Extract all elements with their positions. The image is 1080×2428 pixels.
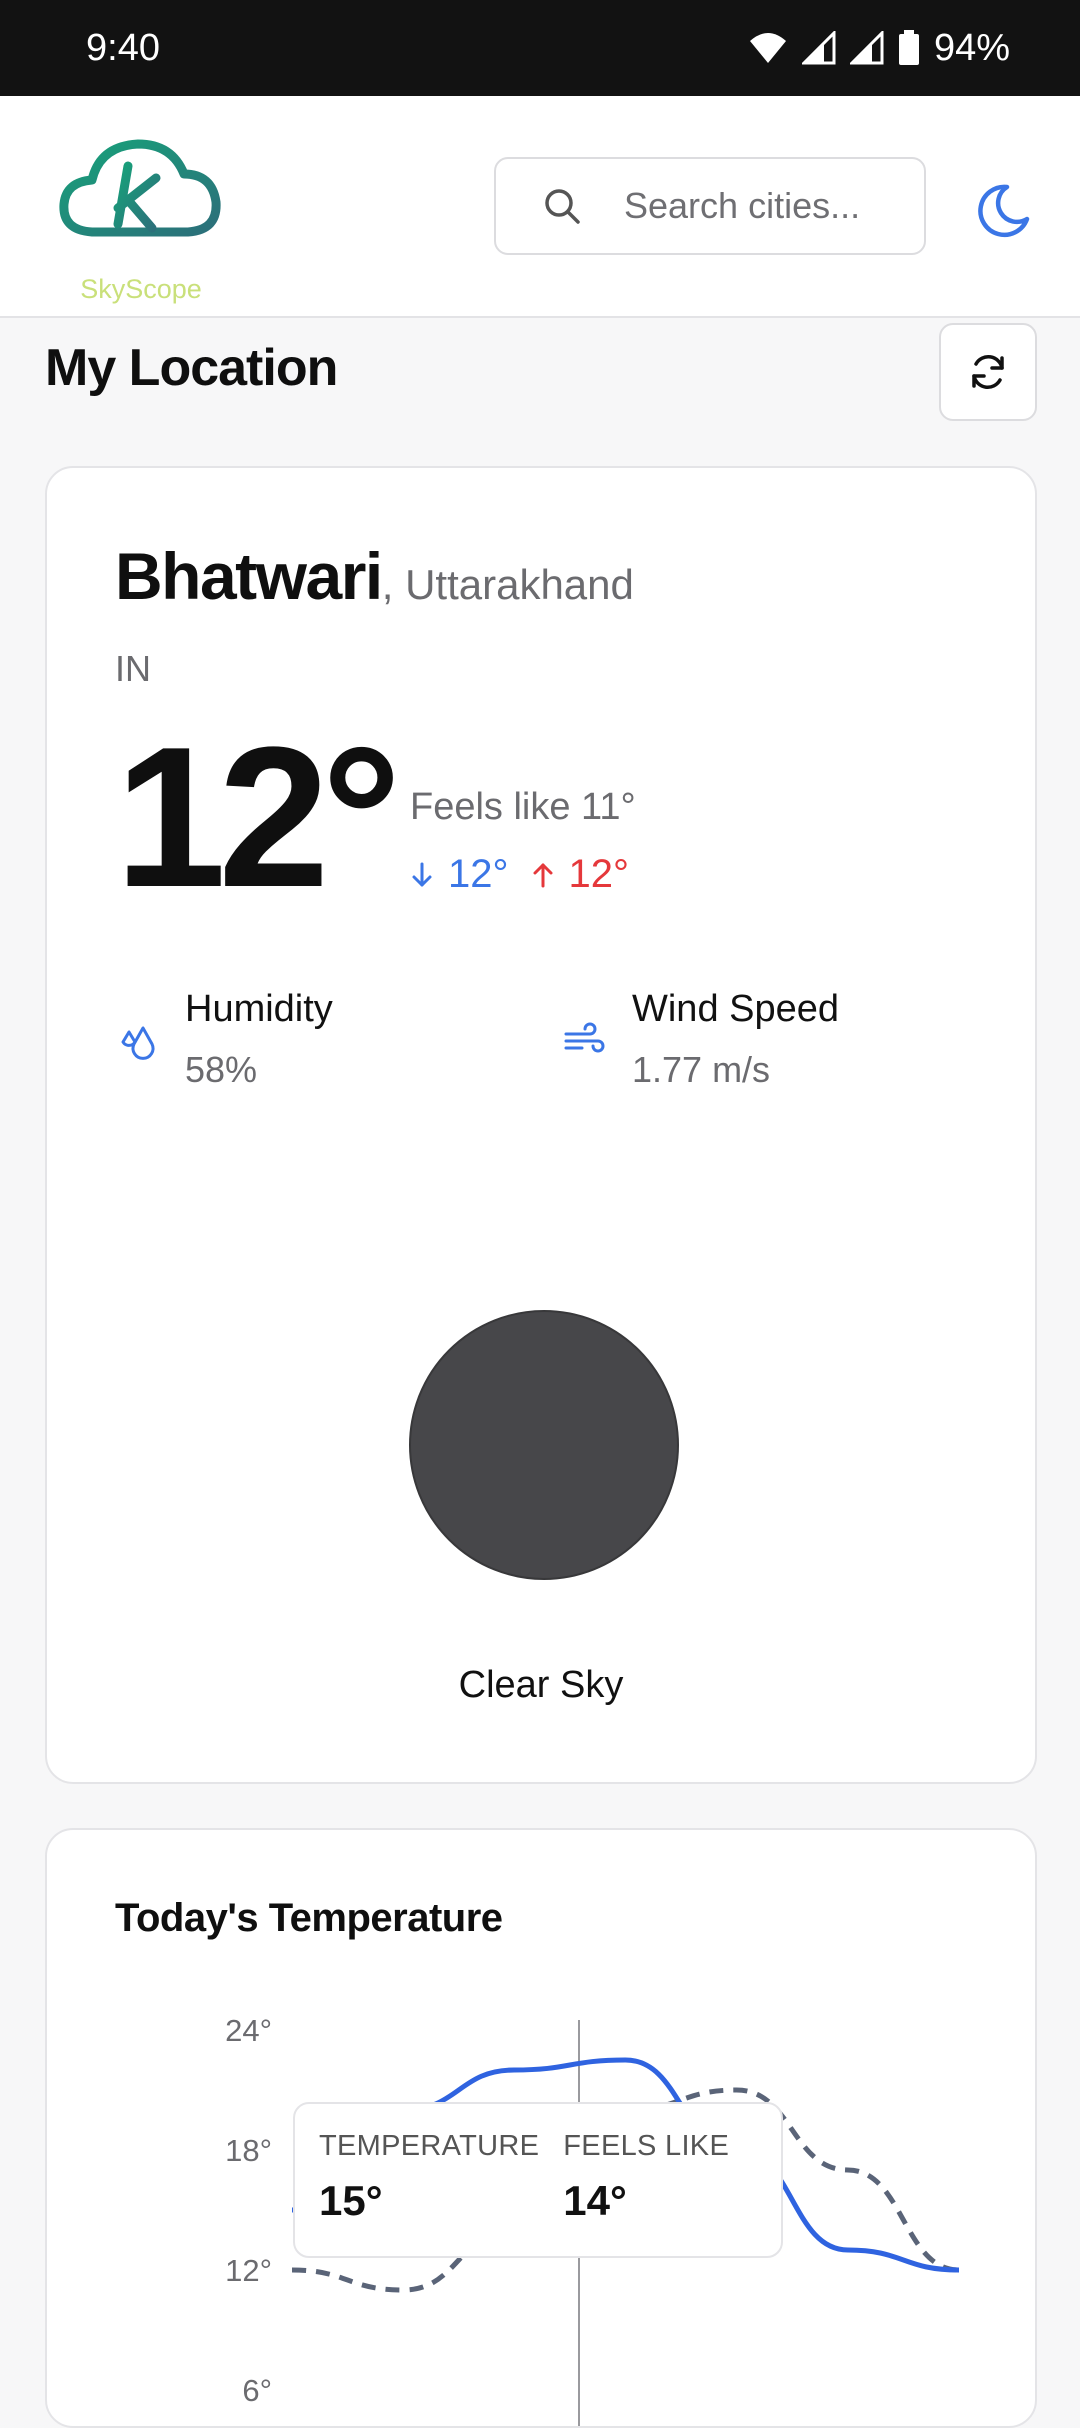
region-name: , Uttarakhand (381, 561, 634, 608)
status-icons: 94% (748, 27, 1010, 70)
weather-condition: Clear Sky (458, 1664, 624, 1706)
logo-text: SkyScope (80, 274, 202, 304)
tooltip-feels-label: FEELS LIKE (563, 2130, 730, 2162)
refresh-button[interactable] (939, 323, 1037, 421)
search-input[interactable] (622, 184, 912, 228)
min-max-temperature: 12° 12° (410, 852, 629, 897)
tooltip-feels-like: FEELS LIKE 14° (563, 2130, 729, 2230)
theme-toggle-button[interactable] (968, 176, 1038, 246)
tooltip-temp-value: 15° (319, 2177, 383, 2224)
status-bar: 9:40 94% (0, 0, 1080, 96)
wind-icon (564, 1022, 605, 1053)
app-header: SkyScope (0, 96, 1080, 318)
battery-level: 94% (933, 26, 1010, 69)
current-weather-card: Bhatwari, Uttarakhand IN 12° Feels like … (45, 466, 1037, 1784)
battery-icon (898, 30, 919, 65)
max-temp-value: 12° (568, 852, 630, 896)
min-temp-value: 12° (448, 852, 509, 896)
arrow-down-icon (412, 862, 432, 886)
min-temp: 12° (410, 852, 509, 897)
search-box[interactable] (494, 157, 926, 255)
wind-label: Wind Speed (632, 988, 840, 1030)
refresh-icon (972, 355, 1004, 389)
moon-icon (978, 184, 1030, 238)
weather-condition-image (409, 1310, 679, 1580)
tooltip-temp-label: TEMPERATURE (319, 2130, 540, 2162)
city-name: Bhatwari (115, 539, 383, 613)
wind-value: 1.77 m/s (632, 1049, 771, 1090)
status-time: 9:40 (86, 26, 160, 69)
signal-icon-2 (849, 31, 884, 65)
app-logo[interactable]: SkyScope (56, 132, 226, 304)
max-temp: 12° (531, 852, 630, 897)
temperature-chart-card: Today's Temperature 24° 18° 12° 6° TEMPERAT… (45, 1828, 1037, 2428)
tooltip-feels-value: 14° (563, 2177, 627, 2224)
wifi-icon (749, 33, 786, 63)
feels-like-text: Feels like 11° (410, 786, 636, 828)
y-tick-label: 18° (225, 2133, 272, 2168)
humidity-stat: Humidity 58% (115, 988, 333, 1091)
country-code: IN (115, 648, 151, 689)
tooltip-temperature: TEMPERATURE 15° (319, 2130, 539, 2230)
y-tick-label: 24° (225, 2013, 272, 2048)
y-tick-label: 6° (242, 2373, 272, 2408)
chart-tooltip: TEMPERATURE 15° FEELS LIKE 14° (293, 2102, 783, 2258)
droplets-icon (121, 1026, 155, 1060)
humidity-value: 58% (185, 1049, 258, 1090)
humidity-label: Humidity (185, 988, 333, 1030)
arrow-up-icon (533, 863, 552, 887)
search-icon (545, 189, 580, 224)
y-tick-label: 12° (225, 2253, 272, 2288)
cloud-logo-icon (59, 139, 221, 237)
wind-stat: Wind Speed 1.77 m/s (562, 988, 839, 1091)
signal-icon (801, 31, 836, 65)
location-line: Bhatwari, Uttarakhand (115, 538, 634, 614)
current-temperature: 12° (115, 706, 401, 929)
page-title: My Location (45, 339, 338, 397)
